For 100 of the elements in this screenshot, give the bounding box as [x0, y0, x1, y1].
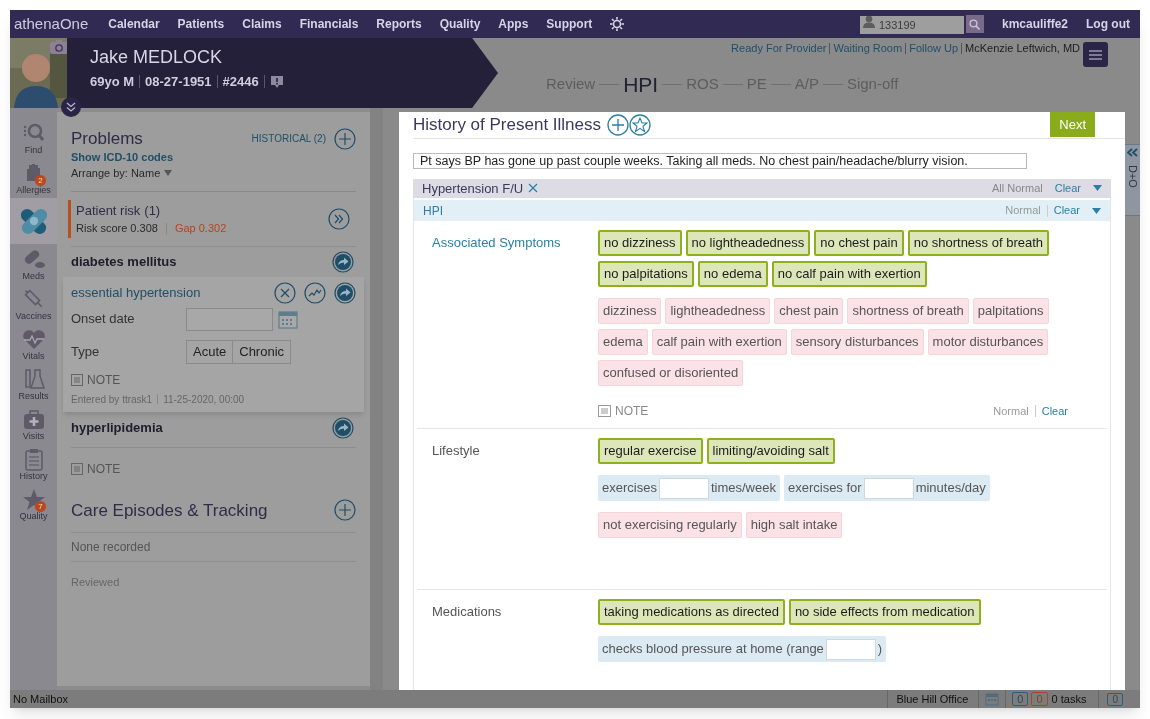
- caret-icon[interactable]: [1093, 185, 1102, 192]
- problem-row[interactable]: hyperlipidemia: [71, 411, 356, 443]
- finding-chip[interactable]: motor disturbances: [927, 329, 1049, 355]
- note-icon[interactable]: [598, 405, 611, 417]
- arrange-label[interactable]: Arrange by: Name: [71, 165, 161, 182]
- finding-chip[interactable]: regular exercise: [598, 438, 703, 464]
- star-icon[interactable]: [629, 113, 651, 136]
- clear-link[interactable]: Clear: [1041, 402, 1068, 420]
- input-chip[interactable]: exercises for minutes/day: [783, 475, 990, 501]
- patient-search-field[interactable]: 133199: [860, 16, 964, 34]
- share-icon[interactable]: [334, 281, 356, 304]
- rail-item[interactable]: History: [10, 444, 57, 484]
- historical-link[interactable]: HISTORICAL (2): [251, 131, 326, 147]
- nav-link[interactable]: Quality: [439, 15, 481, 33]
- close-icon[interactable]: [528, 183, 539, 194]
- finding-chip[interactable]: taking medications as directed: [598, 599, 785, 625]
- rail-item[interactable]: 2 Allergies: [10, 158, 57, 198]
- chip-text: exercises: [602, 479, 657, 498]
- search-button[interactable]: [966, 15, 984, 33]
- rail-item[interactable]: Find: [10, 118, 57, 158]
- finding-chip[interactable]: no calf pain with exertion: [771, 261, 927, 287]
- caret-icon[interactable]: [1092, 207, 1101, 214]
- finding-chip[interactable]: no edema: [697, 261, 768, 287]
- finding-chip[interactable]: no lightheadedness: [685, 230, 811, 256]
- camera-icon[interactable]: [50, 40, 68, 54]
- finding-chip[interactable]: shortness of breath: [847, 298, 969, 324]
- number-field[interactable]: [863, 477, 914, 499]
- nav-link[interactable]: Apps: [498, 15, 529, 33]
- problem-name[interactable]: diabetes mellitus: [71, 251, 332, 272]
- finding-chip[interactable]: dizziness: [598, 298, 662, 324]
- nav-link[interactable]: Reports: [376, 15, 422, 33]
- finding-chip[interactable]: lightheadedness: [665, 298, 771, 324]
- finding-chip[interactable]: high salt intake: [745, 512, 843, 538]
- trend-icon[interactable]: [304, 281, 326, 304]
- problem-row[interactable]: diabetes mellitus: [71, 245, 356, 277]
- rail-item[interactable]: Vaccines: [10, 284, 57, 324]
- settings-icon[interactable]: [610, 17, 625, 31]
- add-icon[interactable]: [607, 113, 629, 136]
- nav-link[interactable]: Patients: [177, 15, 225, 33]
- tasks-count[interactable]: 0 tasks: [1051, 690, 1087, 708]
- alert-icon[interactable]: [269, 74, 284, 89]
- caret-icon[interactable]: [164, 170, 173, 177]
- chip-text: minutes/day: [915, 479, 986, 498]
- date-field[interactable]: [186, 307, 273, 331]
- clear-link[interactable]: Clear: [1054, 180, 1081, 197]
- side-tab[interactable]: D+O: [1125, 144, 1140, 216]
- rail-label: Meds: [22, 271, 45, 281]
- note-link[interactable]: NOTE: [615, 402, 649, 420]
- finding-chip[interactable]: no side effects from medication: [788, 599, 981, 625]
- rail-item[interactable]: Results: [10, 364, 57, 404]
- finding-chip[interactable]: no palpitations: [598, 261, 694, 287]
- add-icon[interactable]: [334, 499, 356, 522]
- expand-icon[interactable]: [328, 207, 350, 230]
- risk-score-label: Risk score: [76, 221, 128, 236]
- narrative-field[interactable]: Pt says BP has gone up past couple weeks. Taking all meds. No chest pain/headache/blurry vision.: [413, 152, 1027, 169]
- nav-link[interactable]: Calendar: [108, 15, 160, 33]
- share-icon[interactable]: [332, 416, 354, 439]
- user-name[interactable]: kmcauliffe2: [1002, 15, 1068, 33]
- rail-item[interactable]: Meds: [10, 244, 57, 284]
- finding-chip[interactable]: confused or disoriented: [598, 360, 744, 386]
- rail-label: Vitals: [22, 351, 45, 361]
- finding-chip[interactable]: not exercising regularly: [598, 512, 742, 538]
- menu-button[interactable]: [1083, 42, 1108, 67]
- problem-name[interactable]: hyperlipidemia: [71, 417, 332, 438]
- finding-chip[interactable]: no dizziness: [598, 230, 682, 256]
- finding-chip[interactable]: palpitations: [972, 298, 1049, 324]
- app-logo[interactable]: athenaOne: [14, 12, 89, 36]
- close-icon[interactable]: [274, 281, 296, 304]
- number-field[interactable]: [825, 638, 876, 660]
- input-chip[interactable]: checks blood pressure at home (range ): [598, 636, 887, 662]
- group-link[interactable]: Associated Symptoms: [432, 235, 561, 250]
- finding-chip[interactable]: edema: [598, 329, 648, 355]
- icd-link[interactable]: Show ICD-10 codes: [71, 148, 356, 165]
- input-chip[interactable]: exercises times/week: [598, 475, 780, 501]
- problem-name[interactable]: essential hypertension: [71, 282, 266, 303]
- calendar-icon[interactable]: [277, 308, 299, 330]
- expand-icon[interactable]: [61, 97, 81, 117]
- rail-item[interactable]: [10, 198, 57, 244]
- rail-item[interactable]: Vitals: [10, 324, 57, 364]
- share-icon[interactable]: [332, 250, 354, 273]
- office-name: Blue Hill Office: [896, 691, 969, 707]
- finding-chip[interactable]: sensory disturbances: [790, 329, 924, 355]
- section-name[interactable]: HPI: [423, 201, 443, 220]
- stage-tab[interactable]: HPI: [623, 68, 659, 100]
- finding-chip[interactable]: no chest pain: [814, 230, 904, 256]
- rail-item[interactable]: Visits: [10, 404, 57, 444]
- type-button[interactable]: Acute: [186, 339, 234, 364]
- finding-chip[interactable]: calf pain with exertion: [651, 329, 787, 355]
- nav-link[interactable]: Support: [546, 15, 593, 33]
- logout-link[interactable]: Log out: [1086, 15, 1130, 33]
- nav-link[interactable]: Claims: [242, 15, 282, 33]
- finding-chip[interactable]: no shortness of breath: [907, 230, 1049, 256]
- finding-chip[interactable]: chest pain: [774, 298, 844, 324]
- finding-chip[interactable]: limiting/avoiding salt: [706, 438, 835, 464]
- number-field[interactable]: [658, 477, 709, 499]
- rail-item[interactable]: 7 Quality: [10, 484, 57, 524]
- nav-link[interactable]: Financials: [299, 15, 359, 33]
- add-icon[interactable]: [334, 127, 356, 150]
- clear-link[interactable]: Clear: [1053, 202, 1080, 219]
- type-button[interactable]: Chronic: [232, 339, 292, 364]
